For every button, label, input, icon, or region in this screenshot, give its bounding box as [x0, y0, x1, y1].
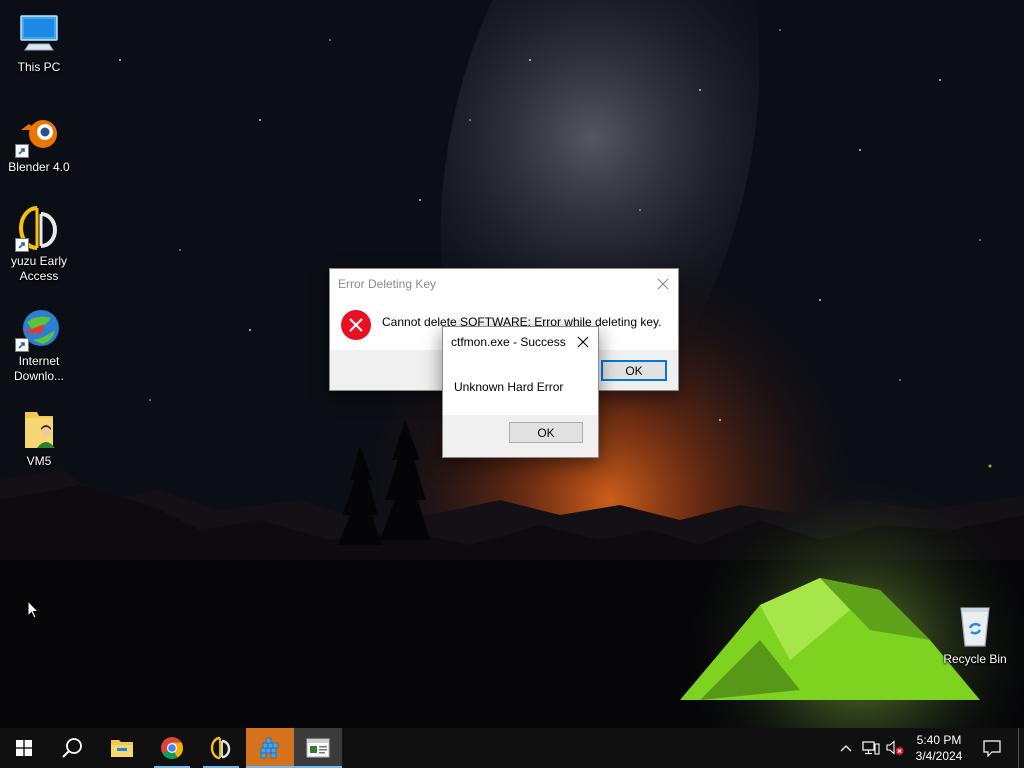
clock[interactable]: 5:40 PM 3/4/2024	[906, 732, 972, 764]
desktop-icon-yuzu[interactable]: yuzu Early Access	[1, 204, 77, 284]
desktop-icon-label: Internet Downlo...	[13, 354, 65, 383]
yuzu-icon	[210, 736, 231, 760]
chrome-icon	[161, 737, 183, 759]
search-icon	[62, 738, 82, 758]
show-hidden-icons-button[interactable]	[836, 738, 856, 758]
desktop-icon-this-pc[interactable]: This PC	[1, 10, 77, 75]
taskbar-chrome[interactable]	[148, 728, 196, 768]
blender-icon	[15, 110, 63, 158]
folder-user-icon	[15, 404, 63, 452]
taskbar-file-explorer[interactable]	[98, 728, 146, 768]
network-icon	[862, 741, 880, 755]
shortcut-arrow-icon	[15, 338, 29, 352]
close-button[interactable]	[648, 269, 678, 299]
close-icon	[657, 278, 669, 290]
recycle-bin-icon	[951, 602, 999, 650]
ok-button[interactable]: OK	[601, 360, 667, 381]
network-button[interactable]	[861, 738, 881, 758]
clock-time: 5:40 PM	[916, 733, 962, 747]
clock-date: 3/4/2024	[915, 749, 963, 763]
notification-icon	[983, 740, 1001, 757]
shortcut-arrow-icon	[15, 144, 29, 158]
search-button[interactable]	[48, 728, 96, 768]
registry-editor-icon	[260, 737, 279, 759]
taskbar-yuzu[interactable]	[197, 728, 245, 768]
action-center-button[interactable]	[976, 728, 1008, 768]
desktop-icon-label: Blender 4.0	[8, 160, 70, 174]
taskbar-dialog-window[interactable]	[294, 728, 342, 768]
chevron-up-icon	[840, 745, 852, 752]
desktop-icon-internet-download-manager[interactable]: Internet Downlo...	[1, 304, 77, 384]
dialog-button-area: OK	[443, 415, 598, 457]
desktop-icon-label: yuzu Early Access	[10, 254, 68, 283]
dialog-title: Error Deleting Key	[338, 277, 437, 291]
start-button[interactable]	[0, 728, 48, 768]
dialog-window-icon	[306, 738, 330, 758]
show-desktop-button[interactable]	[1018, 728, 1024, 768]
close-button[interactable]	[568, 327, 598, 357]
error-icon	[340, 309, 372, 341]
ok-button[interactable]: OK	[509, 422, 583, 443]
dialog-titlebar[interactable]: ctfmon.exe - Success	[443, 327, 598, 357]
start-icon	[16, 740, 32, 756]
mouse-cursor-icon	[27, 599, 40, 622]
this-pc-icon	[15, 10, 63, 58]
file-explorer-icon	[111, 740, 133, 757]
volume-button[interactable]	[885, 738, 905, 758]
taskbar-registry-editor[interactable]	[246, 728, 294, 768]
desktop-icon-recycle-bin[interactable]: Recycle Bin	[937, 602, 1013, 667]
dialog-titlebar[interactable]: Error Deleting Key	[330, 269, 678, 299]
dialog-title: ctfmon.exe - Success	[451, 335, 566, 349]
dialog-message: Unknown Hard Error	[454, 380, 564, 394]
desktop-icon-blender[interactable]: Blender 4.0	[1, 110, 77, 175]
shortcut-arrow-icon	[15, 238, 29, 252]
desktop-icon-label: Recycle Bin	[943, 652, 1007, 666]
desktop-icon-label: VM5	[26, 454, 52, 468]
taskbar: 5:40 PM 3/4/2024	[0, 728, 1024, 768]
desktop-icon-label: This PC	[17, 60, 61, 74]
desktop-icon-vm5[interactable]: VM5	[1, 404, 77, 469]
internet-download-manager-icon	[15, 304, 63, 352]
yuzu-icon	[15, 204, 63, 252]
ctfmon-success-dialog[interactable]: ctfmon.exe - Success Unknown Hard Error …	[442, 326, 599, 458]
close-icon	[577, 336, 589, 348]
volume-muted-icon	[886, 740, 904, 755]
